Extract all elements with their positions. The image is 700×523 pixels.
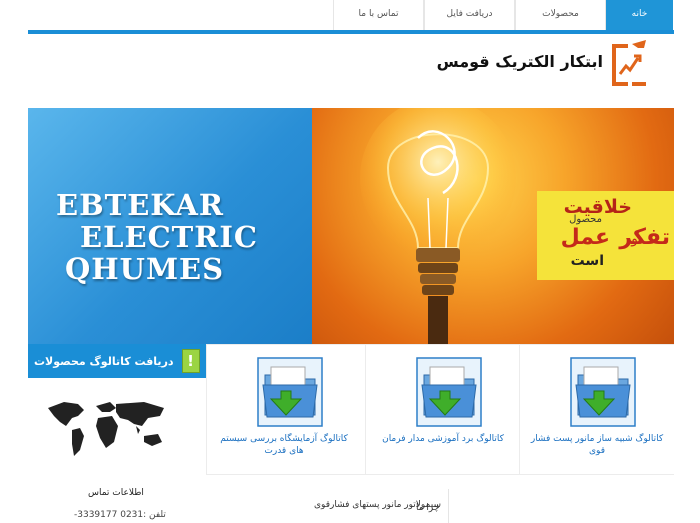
world-map-icon <box>48 402 164 456</box>
contact-phone: تلفن :0231 3339177- <box>74 510 166 520</box>
slogan-box: خلاقیت محصول تفکر و عمل است <box>537 191 674 280</box>
nav-tab-2[interactable]: محصولات <box>515 0 606 30</box>
product-caption[interactable]: کاتالوگ برد آموزشی مدار فرمان <box>372 433 514 445</box>
banner-line-3: QHUMES <box>65 252 225 286</box>
nav-tab-4[interactable]: تماس با ما <box>333 0 424 30</box>
folder-download-icon <box>257 357 323 427</box>
banner-line-1: EBTEKAR <box>56 188 224 222</box>
contact-title: اطلاعات تماس <box>88 488 144 498</box>
site-title: ابتکار الکتریک قومس <box>436 52 603 71</box>
exclamation-icon: ! <box>181 349 200 373</box>
product-grid: کاتالوگ شبیه ساز مانور پست فشار قوی کاتا… <box>206 344 674 475</box>
site-logo[interactable] <box>608 38 650 92</box>
bottom-right-heading[interactable]: چرا ما <box>416 503 439 513</box>
product-caption[interactable]: کاتالوگ آزمایشگاه بررسی سیستم های قدرت <box>213 433 355 457</box>
slogan-word: عمل <box>560 225 610 250</box>
nav-tab-1[interactable]: خانه <box>606 0 673 30</box>
catalog-button-content: ! دریافت کاتالوگ محصولات <box>28 349 200 373</box>
lightbulb-image <box>360 108 516 344</box>
product-card[interactable]: کاتالوگ آزمایشگاه بررسی سیستم های قدرت <box>206 345 361 474</box>
product-card[interactable]: کاتالوگ شبیه ساز مانور پست فشار قوی <box>519 345 674 474</box>
folder-download-icon <box>416 357 482 427</box>
slogan-word: است <box>570 253 604 269</box>
nav-underline <box>28 30 674 34</box>
hero-banner: EBTEKAR ELECTRIC QHUMES خلاقیت محصول تفک… <box>28 108 674 344</box>
slogan-word: و <box>631 231 638 247</box>
bottom-divider <box>448 489 449 523</box>
download-catalog-button[interactable]: ! دریافت کاتالوگ محصولات <box>28 344 206 378</box>
banner-line-2: ELECTRIC <box>80 220 259 254</box>
slogan-word: تفکر <box>619 225 670 250</box>
catalog-button-label: دریافت کاتالوگ محصولات <box>34 354 174 368</box>
nav-tab-3[interactable]: دریافت فایل <box>424 0 515 30</box>
bottom-section <box>206 473 674 523</box>
folder-download-icon <box>570 357 636 427</box>
main-nav: خانه محصولات دریافت فایل تماس با ما <box>59 0 673 30</box>
slogan-word: محصول <box>569 214 602 225</box>
product-caption[interactable]: کاتالوگ شبیه ساز مانور پست فشار قوی <box>526 433 668 457</box>
product-card[interactable]: کاتالوگ برد آموزشی مدار فرمان <box>365 345 520 474</box>
